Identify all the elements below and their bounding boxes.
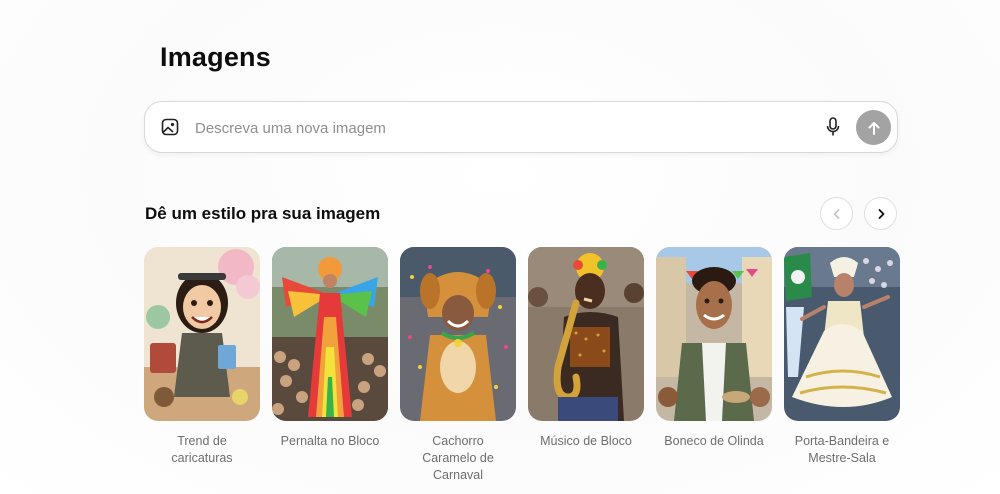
style-section-heading: Dê um estilo pra sua imagem	[145, 204, 381, 223]
style-card-caricature-trend[interactable]: Trend de caricaturas	[144, 247, 260, 467]
style-card-label: Porta-Bandeira e Mestre-Sala	[794, 434, 890, 465]
chevron-left-icon	[833, 208, 839, 219]
style-card-bloco-musician[interactable]: Músico de Bloco	[528, 247, 644, 450]
carousel-prev-button[interactable]	[820, 197, 853, 230]
send-button[interactable]	[856, 110, 891, 145]
chevron-right-icon	[878, 208, 884, 219]
style-card-label: Músico de Bloco	[540, 434, 632, 448]
microphone-icon[interactable]	[822, 116, 844, 138]
style-card-label: Boneco de Olinda	[664, 434, 764, 448]
image-upload-icon[interactable]	[159, 116, 181, 138]
carousel-next-button[interactable]	[864, 197, 897, 230]
style-thumbnail	[784, 247, 900, 421]
style-card-olinda-puppet[interactable]: Boneco de Olinda	[656, 247, 772, 450]
page-title: Imagens	[160, 42, 271, 72]
style-card-label: Pernalta no Bloco	[280, 434, 380, 448]
style-thumbnail	[528, 247, 644, 421]
style-card-caramel-dog[interactable]: Cachorro Caramelo de Carnaval	[400, 247, 516, 484]
style-card-label: Cachorro Caramelo de Carnaval	[422, 434, 494, 482]
style-carousel: Trend de caricaturas Pernalta no Bloco C…	[144, 247, 904, 482]
images-page: Imagens Dê um estilo pra sua imagem	[0, 0, 1000, 494]
style-card-stilt-walker[interactable]: Pernalta no Bloco	[272, 247, 388, 450]
image-prompt-composer	[144, 101, 898, 153]
prompt-input[interactable]	[195, 115, 795, 141]
style-card-flag-bearer[interactable]: Porta-Bandeira e Mestre-Sala	[784, 247, 900, 467]
arrow-up-icon	[868, 121, 879, 135]
style-card-label: Trend de caricaturas	[171, 434, 233, 465]
style-thumbnail	[144, 247, 260, 421]
style-thumbnail	[656, 247, 772, 421]
style-thumbnail	[400, 247, 516, 421]
style-thumbnail	[272, 247, 388, 421]
